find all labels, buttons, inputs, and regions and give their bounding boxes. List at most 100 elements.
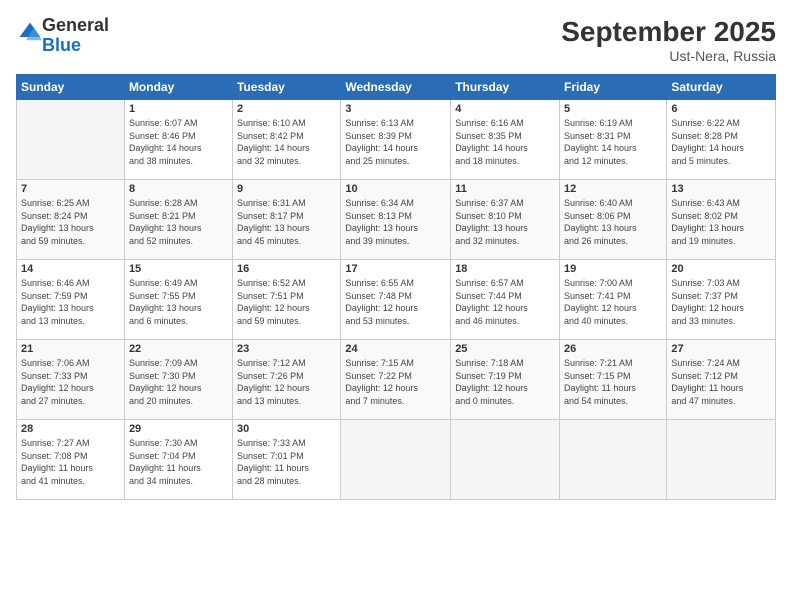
day-number: 12 bbox=[564, 183, 662, 195]
calendar-cell: 28 Sunrise: 7:27 AM Sunset: 7:08 PM Dayli… bbox=[17, 420, 125, 500]
calendar-cell: 8 Sunrise: 6:28 AM Sunset: 8:21 PM Daylig… bbox=[124, 180, 232, 260]
month-title: September 2025 bbox=[561, 16, 776, 48]
day-number: 23 bbox=[237, 343, 336, 355]
day-number: 30 bbox=[237, 423, 336, 435]
calendar-cell: 21 Sunrise: 7:06 AM Sunset: 7:33 PM Dayli… bbox=[17, 340, 125, 420]
day-number: 13 bbox=[671, 183, 771, 195]
calendar-cell: 27Sunrise: 7:24 AM Sunset: 7:12 PM Dayli… bbox=[667, 340, 776, 420]
logo-blue-text: Blue bbox=[42, 35, 81, 55]
calendar-cell: 4Sunrise: 6:16 AM Sunset: 8:35 PM Daylig… bbox=[451, 100, 560, 180]
calendar-cell: 17 Sunrise: 6:55 AM Sunset: 7:48 PM Dayli… bbox=[341, 260, 451, 340]
calendar-cell: 30 Sunrise: 7:33 AM Sunset: 7:01 PM Dayli… bbox=[233, 420, 341, 500]
day-info: Sunrise: 6:25 AM Sunset: 8:24 PM Dayligh… bbox=[21, 197, 120, 247]
day-number: 29 bbox=[129, 423, 228, 435]
calendar-cell: 23 Sunrise: 7:12 AM Sunset: 7:26 PM Dayli… bbox=[233, 340, 341, 420]
calendar-cell: 20Sunrise: 7:03 AM Sunset: 7:37 PM Dayli… bbox=[667, 260, 776, 340]
calendar-cell: 26 Sunrise: 7:21 AM Sunset: 7:15 PM Dayli… bbox=[560, 340, 667, 420]
calendar-week-4: 21 Sunrise: 7:06 AM Sunset: 7:33 PM Dayli… bbox=[17, 340, 776, 420]
calendar-cell: 1 Sunrise: 6:07 AM Sunset: 8:46 PM Daylig… bbox=[124, 100, 232, 180]
calendar-cell: 14 Sunrise: 6:46 AM Sunset: 7:59 PM Dayli… bbox=[17, 260, 125, 340]
calendar-cell: 6Sunrise: 6:22 AM Sunset: 8:28 PM Daylig… bbox=[667, 100, 776, 180]
day-number: 28 bbox=[21, 423, 120, 435]
calendar-cell: 29 Sunrise: 7:30 AM Sunset: 7:04 PM Dayli… bbox=[124, 420, 232, 500]
day-number: 26 bbox=[564, 343, 662, 355]
day-info: Sunrise: 6:52 AM Sunset: 7:51 PM Dayligh… bbox=[237, 277, 336, 327]
day-info: Sunrise: 6:07 AM Sunset: 8:46 PM Dayligh… bbox=[129, 117, 228, 167]
location-subtitle: Ust-Nera, Russia bbox=[561, 48, 776, 64]
day-number: 7 bbox=[21, 183, 120, 195]
day-info: Sunrise: 7:30 AM Sunset: 7:04 PM Dayligh… bbox=[129, 437, 228, 487]
day-info: Sunrise: 6:43 AM Sunset: 8:02 PM Dayligh… bbox=[671, 197, 771, 247]
calendar-cell: 10Sunrise: 6:34 AM Sunset: 8:13 PM Dayli… bbox=[341, 180, 451, 260]
day-info: Sunrise: 7:27 AM Sunset: 7:08 PM Dayligh… bbox=[21, 437, 120, 487]
calendar-header-row: Sunday Monday Tuesday Wednesday Thursday… bbox=[17, 75, 776, 100]
day-info: Sunrise: 7:21 AM Sunset: 7:15 PM Dayligh… bbox=[564, 357, 662, 407]
day-info: Sunrise: 7:24 AM Sunset: 7:12 PM Dayligh… bbox=[671, 357, 771, 407]
day-info: Sunrise: 7:33 AM Sunset: 7:01 PM Dayligh… bbox=[237, 437, 336, 487]
calendar-cell: 3 Sunrise: 6:13 AM Sunset: 8:39 PM Daylig… bbox=[341, 100, 451, 180]
day-number: 21 bbox=[21, 343, 120, 355]
day-info: Sunrise: 6:37 AM Sunset: 8:10 PM Dayligh… bbox=[455, 197, 555, 247]
calendar-cell: 15 Sunrise: 6:49 AM Sunset: 7:55 PM Dayli… bbox=[124, 260, 232, 340]
calendar-cell: 18 Sunrise: 6:57 AM Sunset: 7:44 PM Dayli… bbox=[451, 260, 560, 340]
day-info: Sunrise: 6:10 AM Sunset: 8:42 PM Dayligh… bbox=[237, 117, 336, 167]
col-wednesday: Wednesday bbox=[341, 75, 451, 100]
day-info: Sunrise: 6:16 AM Sunset: 8:35 PM Dayligh… bbox=[455, 117, 555, 167]
day-info: Sunrise: 6:13 AM Sunset: 8:39 PM Dayligh… bbox=[345, 117, 446, 167]
calendar-cell bbox=[17, 100, 125, 180]
day-number: 18 bbox=[455, 263, 555, 275]
logo-general-text: General bbox=[42, 15, 109, 35]
day-info: Sunrise: 6:28 AM Sunset: 8:21 PM Dayligh… bbox=[129, 197, 228, 247]
day-number: 25 bbox=[455, 343, 555, 355]
day-number: 16 bbox=[237, 263, 336, 275]
day-number: 3 bbox=[345, 103, 446, 115]
day-info: Sunrise: 6:57 AM Sunset: 7:44 PM Dayligh… bbox=[455, 277, 555, 327]
logo-icon bbox=[18, 21, 42, 45]
day-number: 19 bbox=[564, 263, 662, 275]
calendar-cell: 12Sunrise: 6:40 AM Sunset: 8:06 PM Dayli… bbox=[560, 180, 667, 260]
calendar-cell: 24Sunrise: 7:15 AM Sunset: 7:22 PM Dayli… bbox=[341, 340, 451, 420]
calendar-week-1: 1 Sunrise: 6:07 AM Sunset: 8:46 PM Daylig… bbox=[17, 100, 776, 180]
col-sunday: Sunday bbox=[17, 75, 125, 100]
calendar-cell bbox=[560, 420, 667, 500]
calendar-week-3: 14 Sunrise: 6:46 AM Sunset: 7:59 PM Dayli… bbox=[17, 260, 776, 340]
calendar-table: Sunday Monday Tuesday Wednesday Thursday… bbox=[16, 74, 776, 500]
calendar-cell: 19 Sunrise: 7:00 AM Sunset: 7:41 PM Dayli… bbox=[560, 260, 667, 340]
day-info: Sunrise: 7:00 AM Sunset: 7:41 PM Dayligh… bbox=[564, 277, 662, 327]
calendar-cell: 7 Sunrise: 6:25 AM Sunset: 8:24 PM Daylig… bbox=[17, 180, 125, 260]
calendar-cell bbox=[451, 420, 560, 500]
calendar-cell: 25 Sunrise: 7:18 AM Sunset: 7:19 PM Dayli… bbox=[451, 340, 560, 420]
col-thursday: Thursday bbox=[451, 75, 560, 100]
day-number: 10 bbox=[345, 183, 446, 195]
day-info: Sunrise: 6:22 AM Sunset: 8:28 PM Dayligh… bbox=[671, 117, 771, 167]
day-number: 14 bbox=[21, 263, 120, 275]
col-friday: Friday bbox=[560, 75, 667, 100]
day-number: 9 bbox=[237, 183, 336, 195]
day-number: 8 bbox=[129, 183, 228, 195]
day-number: 2 bbox=[237, 103, 336, 115]
day-number: 15 bbox=[129, 263, 228, 275]
day-info: Sunrise: 7:06 AM Sunset: 7:33 PM Dayligh… bbox=[21, 357, 120, 407]
day-info: Sunrise: 7:03 AM Sunset: 7:37 PM Dayligh… bbox=[671, 277, 771, 327]
day-info: Sunrise: 7:18 AM Sunset: 7:19 PM Dayligh… bbox=[455, 357, 555, 407]
day-number: 1 bbox=[129, 103, 228, 115]
day-info: Sunrise: 7:09 AM Sunset: 7:30 PM Dayligh… bbox=[129, 357, 228, 407]
day-number: 24 bbox=[345, 343, 446, 355]
day-info: Sunrise: 6:46 AM Sunset: 7:59 PM Dayligh… bbox=[21, 277, 120, 327]
day-info: Sunrise: 7:12 AM Sunset: 7:26 PM Dayligh… bbox=[237, 357, 336, 407]
logo: General Blue bbox=[16, 16, 109, 56]
day-info: Sunrise: 6:31 AM Sunset: 8:17 PM Dayligh… bbox=[237, 197, 336, 247]
calendar-cell bbox=[667, 420, 776, 500]
calendar-cell: 5Sunrise: 6:19 AM Sunset: 8:31 PM Daylig… bbox=[560, 100, 667, 180]
day-number: 5 bbox=[564, 103, 662, 115]
page-header: General Blue September 2025 Ust-Nera, Ru… bbox=[16, 16, 776, 64]
day-info: Sunrise: 6:49 AM Sunset: 7:55 PM Dayligh… bbox=[129, 277, 228, 327]
day-number: 22 bbox=[129, 343, 228, 355]
calendar-cell: 13 Sunrise: 6:43 AM Sunset: 8:02 PM Dayli… bbox=[667, 180, 776, 260]
day-info: Sunrise: 6:55 AM Sunset: 7:48 PM Dayligh… bbox=[345, 277, 446, 327]
day-number: 11 bbox=[455, 183, 555, 195]
calendar-cell: 9 Sunrise: 6:31 AM Sunset: 8:17 PM Daylig… bbox=[233, 180, 341, 260]
col-monday: Monday bbox=[124, 75, 232, 100]
calendar-cell: 22 Sunrise: 7:09 AM Sunset: 7:30 PM Dayli… bbox=[124, 340, 232, 420]
day-number: 17 bbox=[345, 263, 446, 275]
